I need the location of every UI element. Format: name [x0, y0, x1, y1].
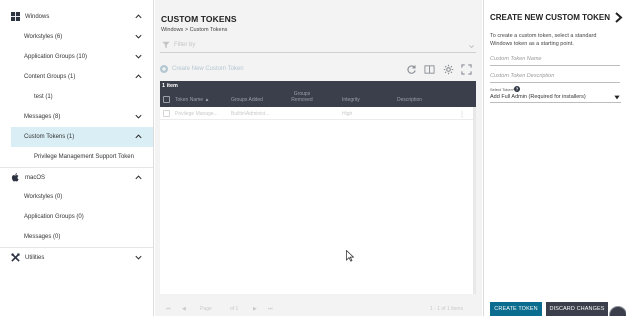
create-token-button[interactable]: CREATE TOKEN: [490, 302, 542, 316]
row-menu-icon[interactable]: ⋮: [459, 111, 465, 118]
sidebar-item-support-token[interactable]: Privilege Management Support Token: [0, 147, 153, 167]
page-summary: 1 - 1 of 1 items: [430, 306, 464, 312]
tokens-grid: 1 item Token Name ▲ Groups Added Groups …: [160, 81, 476, 294]
panel-description: To create a custom token, select a stand…: [490, 33, 597, 47]
sidebar-item-label: Workstyles (6): [24, 34, 63, 40]
breadcrumb[interactable]: Windows > Custom Tokens: [161, 27, 227, 33]
floating-help-button[interactable]: [609, 306, 626, 316]
sidebar-item-workstyles[interactable]: Workstyles (6): [0, 27, 153, 47]
previous-page-icon[interactable]: ◀: [182, 306, 186, 312]
gear-icon[interactable]: [443, 64, 454, 75]
cell-groups-added: Builtin\Administ...: [231, 111, 270, 117]
page-title: CUSTOM TOKENS: [161, 14, 237, 24]
select-token-label: Select Token*: [490, 87, 515, 92]
sidebar-item-label: Custom Tokens (1): [24, 134, 75, 140]
row-checkbox[interactable]: [163, 110, 170, 117]
windows-logo-icon: [11, 12, 20, 21]
sidebar-item-label: Messages (0): [24, 234, 61, 240]
create-token-panel: CREATE NEW CUSTOM TOKEN To create a cust…: [483, 0, 626, 316]
sidebar-item-content-groups[interactable]: Content Groups (1): [0, 67, 153, 87]
utilities-tools-icon: [11, 253, 20, 262]
token-name-placeholder: Custom Token Name: [490, 56, 542, 62]
filter-icon: [162, 41, 170, 49]
filter-placeholder: Filter by: [174, 42, 196, 48]
sidebar-section-label: Windows: [25, 14, 50, 20]
grid-scrollbar[interactable]: [473, 107, 476, 294]
create-token-link[interactable]: Create New Custom Token: [160, 65, 244, 73]
column-header-integrity[interactable]: Integrity: [342, 97, 360, 103]
grid-header: 1 item Token Name ▲ Groups Added Groups …: [160, 81, 476, 107]
select-token-value: Add Full Admin (Required for installers): [490, 94, 586, 100]
token-description-placeholder: Custom Token Description: [490, 73, 555, 79]
dropdown-arrow-icon: [614, 95, 620, 100]
page-of-label: of 1: [230, 306, 239, 312]
main-content: CUSTOM TOKENS Windows > Custom Tokens Fi…: [155, 0, 482, 316]
svg-text:?: ?: [516, 87, 519, 92]
sidebar-item-label: Privilege Management Support Token: [34, 154, 134, 160]
sidebar-section-label: macOS: [25, 174, 46, 181]
table-row[interactable]: Privilege Manage... Builtin\Administ... …: [160, 108, 473, 120]
expand-icon[interactable]: [461, 64, 472, 75]
apple-logo-icon: [11, 173, 19, 182]
sidebar-nav: Windows Workstyles (6) Application Group…: [0, 0, 154, 316]
next-page-icon[interactable]: ▶: [253, 306, 257, 312]
sidebar-item-label: Application Groups (0): [24, 214, 84, 220]
sidebar-item-messages[interactable]: Messages (8): [0, 107, 153, 127]
chevron-up-icon[interactable]: [134, 72, 143, 81]
sidebar-item-mac-messages[interactable]: Messages (0): [0, 227, 153, 247]
mouse-cursor-icon: [346, 250, 354, 262]
create-token-label: Create New Custom Token: [172, 66, 244, 72]
page-label: Page: [200, 306, 212, 312]
panel-title: CREATE NEW CUSTOM TOKEN: [490, 13, 611, 22]
plus-circle-icon: [160, 65, 168, 73]
chevron-down-icon[interactable]: [134, 32, 143, 41]
chevron-down-icon[interactable]: [134, 112, 143, 121]
first-page-icon[interactable]: ⏮: [166, 306, 171, 312]
cell-token-name: Privilege Manage...: [175, 111, 218, 117]
token-name-field[interactable]: Custom Token Name: [490, 54, 620, 66]
last-page-icon[interactable]: ⏭: [268, 306, 273, 312]
chevron-up-icon[interactable]: [134, 173, 143, 182]
chevron-down-icon[interactable]: [134, 52, 143, 61]
chevron-down-icon[interactable]: [134, 253, 143, 262]
sidebar-section-utilities[interactable]: Utilities: [0, 247, 153, 267]
select-all-checkbox[interactable]: [163, 96, 170, 103]
sidebar-section-label: Utilities: [25, 254, 45, 261]
sidebar-item-application-groups[interactable]: Application Groups (10): [0, 47, 153, 67]
sidebar-item-label: Workstyles (0): [24, 194, 63, 200]
cell-integrity: High: [342, 111, 353, 117]
select-token-dropdown[interactable]: Add Full Admin (Required for installers): [490, 93, 621, 103]
collapse-panel-icon[interactable]: [614, 12, 623, 23]
refresh-icon[interactable]: [406, 64, 417, 75]
columns-icon[interactable]: [424, 64, 435, 75]
sidebar-item-label: Content Groups (1): [24, 74, 76, 80]
item-count: 1 item: [162, 83, 178, 89]
chevron-down-icon[interactable]: [468, 43, 475, 50]
sidebar-item-test[interactable]: test (1): [0, 87, 153, 107]
column-header-token-name[interactable]: Token Name ▲: [175, 97, 209, 103]
sidebar-section-windows[interactable]: Windows: [0, 7, 153, 27]
chevron-up-icon[interactable]: [134, 132, 143, 141]
sidebar-item-label: test (1): [34, 94, 53, 100]
sidebar-item-mac-application-groups[interactable]: Application Groups (0): [0, 207, 153, 227]
help-icon[interactable]: ?: [514, 86, 520, 92]
sidebar-section-macos[interactable]: macOS: [0, 167, 153, 187]
grid-pager: ⏮ ◀ Page of 1 ▶ ⏭ 1 - 1 of 1 items: [160, 303, 476, 315]
column-header-groups-added[interactable]: Groups Added: [231, 97, 263, 103]
chevron-up-icon[interactable]: [134, 12, 143, 21]
grid-toolbar: Create New Custom Token: [160, 64, 476, 78]
sidebar-item-mac-workstyles[interactable]: Workstyles (0): [0, 187, 153, 207]
token-description-field[interactable]: Custom Token Description: [490, 71, 620, 83]
sidebar-item-label: Messages (8): [24, 114, 61, 120]
filter-input[interactable]: Filter by: [160, 40, 476, 53]
sidebar-item-label: Application Groups (10): [24, 54, 88, 60]
column-header-description[interactable]: Description: [397, 97, 422, 103]
sidebar-item-custom-tokens[interactable]: Custom Tokens (1): [11, 127, 153, 147]
column-header-groups-removed[interactable]: Groups Removed: [287, 91, 317, 103]
discard-changes-button[interactable]: DISCARD CHANGES: [546, 302, 608, 316]
